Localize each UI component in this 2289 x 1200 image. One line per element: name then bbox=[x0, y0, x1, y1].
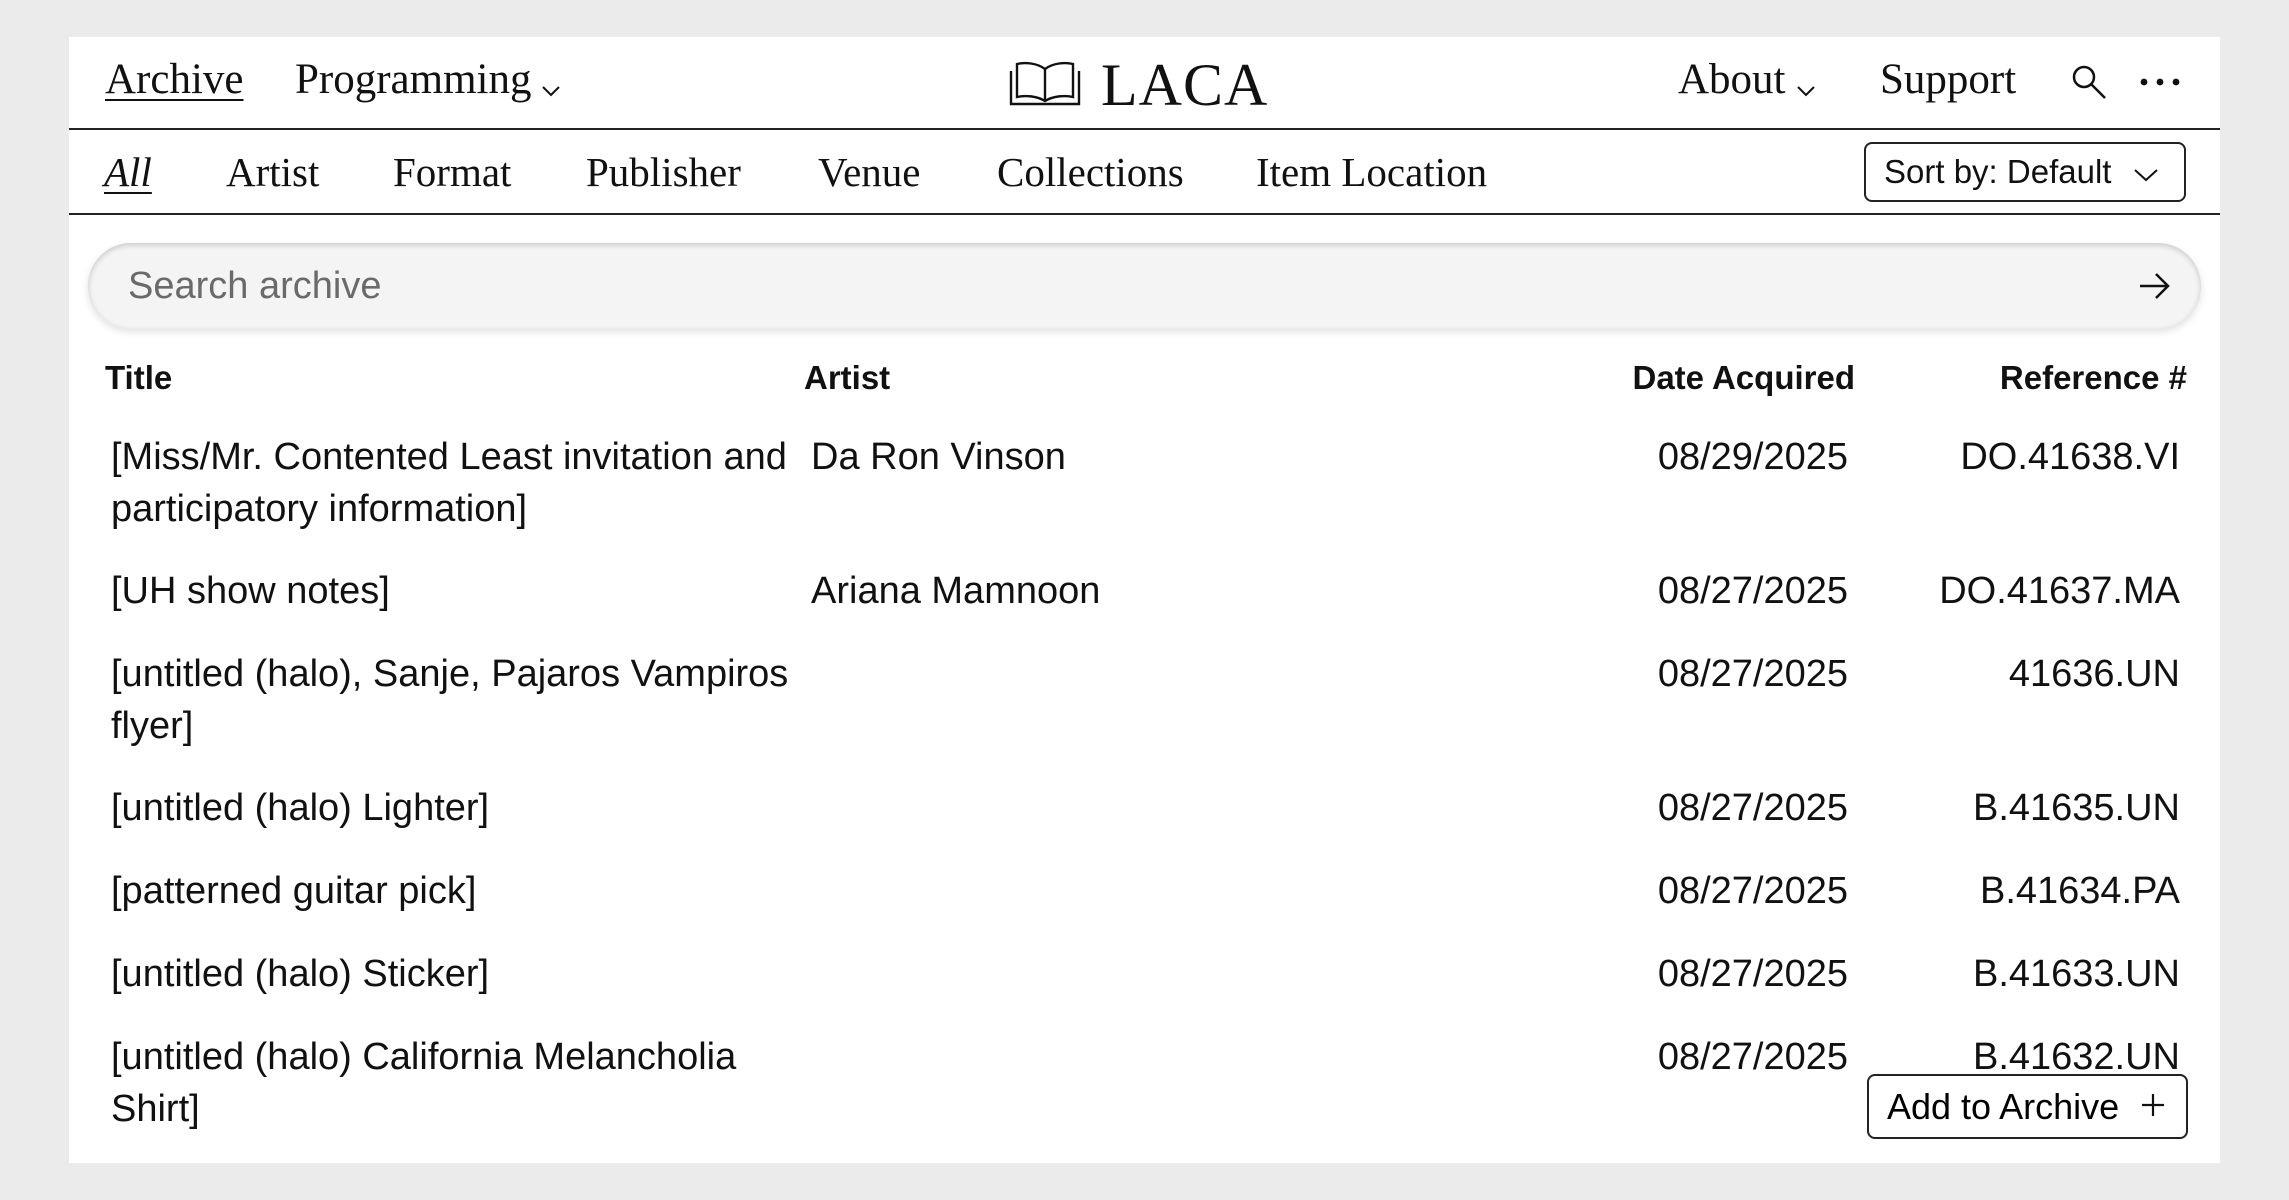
row-title[interactable]: [UH show notes] bbox=[111, 565, 791, 617]
chevron-down-icon bbox=[541, 59, 561, 108]
row-title[interactable]: [untitled (halo), Sanje, Pajaros Vampiro… bbox=[111, 648, 791, 752]
row-reference: B.41633.UN bbox=[1972, 953, 2180, 995]
filter-publisher[interactable]: Publisher bbox=[586, 148, 741, 196]
nav-support-link[interactable]: Support bbox=[1880, 55, 2016, 104]
column-header-title[interactable]: Title bbox=[105, 359, 172, 397]
row-date: 08/27/2025 bbox=[1657, 570, 1848, 612]
nav-programming-label: Programming bbox=[295, 56, 532, 103]
row-title[interactable]: [untitled (halo) Sticker] bbox=[111, 948, 791, 1000]
filter-format[interactable]: Format bbox=[393, 148, 511, 196]
book-icon bbox=[1009, 59, 1081, 112]
nav-archive-link[interactable]: Archive bbox=[105, 55, 244, 104]
sort-dropdown[interactable]: Sort by: Default bbox=[1864, 142, 2186, 202]
more-icon[interactable] bbox=[2138, 62, 2182, 107]
search-input[interactable] bbox=[128, 243, 2028, 329]
row-reference: 41636.UN bbox=[2008, 653, 2180, 695]
filter-venue[interactable]: Venue bbox=[818, 148, 920, 196]
filter-all[interactable]: All bbox=[104, 148, 152, 196]
arrow-right-icon[interactable] bbox=[2137, 269, 2173, 308]
column-header-reference[interactable]: Reference # bbox=[2000, 359, 2187, 397]
row-date: 08/27/2025 bbox=[1657, 653, 1848, 695]
row-artist: Ariana Mamnoon bbox=[811, 570, 1101, 612]
row-title[interactable]: [untitled (halo) California Melancholia … bbox=[111, 1031, 791, 1135]
row-date: 08/27/2025 bbox=[1657, 787, 1848, 829]
row-title[interactable]: [untitled (halo) Lighter] bbox=[111, 782, 791, 834]
sort-label: Sort by: Default bbox=[1884, 153, 2112, 190]
row-title[interactable]: [patterned guitar pick] bbox=[111, 865, 791, 917]
filter-artist[interactable]: Artist bbox=[226, 148, 319, 196]
add-to-archive-label: Add to Archive bbox=[1887, 1085, 2120, 1127]
nav-programming-menu[interactable]: Programming bbox=[295, 55, 561, 108]
logo-text: LACA bbox=[1101, 52, 1269, 118]
chevron-down-icon bbox=[1796, 59, 1816, 108]
row-title[interactable]: [Miss/Mr. Contented Least invitation and… bbox=[111, 431, 791, 535]
filter-collections[interactable]: Collections bbox=[997, 148, 1184, 196]
row-artist: Da Ron Vinson bbox=[811, 436, 1066, 478]
nav-about-menu[interactable]: About bbox=[1678, 55, 1816, 108]
search-icon[interactable] bbox=[2069, 62, 2109, 107]
row-reference: DO.41637.MA bbox=[1939, 570, 2180, 612]
row-date: 08/27/2025 bbox=[1657, 953, 1848, 995]
row-date: 08/29/2025 bbox=[1657, 436, 1848, 478]
row-date: 08/27/2025 bbox=[1657, 1036, 1848, 1078]
row-reference: DO.41638.VI bbox=[1960, 436, 2180, 478]
add-to-archive-button[interactable]: Add to Archive bbox=[1867, 1074, 2188, 1139]
filter-item-location[interactable]: Item Location bbox=[1256, 148, 1487, 196]
row-date: 08/27/2025 bbox=[1657, 870, 1848, 912]
plus-icon bbox=[2119, 1086, 2167, 1128]
nav-about-label: About bbox=[1678, 56, 1786, 103]
top-nav: Archive Programming LACA About Support bbox=[69, 37, 2220, 130]
logo[interactable]: LACA bbox=[1009, 51, 1268, 120]
filter-bar: All Artist Format Publisher Venue Collec… bbox=[69, 130, 2220, 215]
search-bar bbox=[88, 243, 2201, 329]
column-header-artist[interactable]: Artist bbox=[804, 359, 890, 397]
archive-panel: Archive Programming LACA About Support A… bbox=[69, 37, 2220, 1163]
chevron-down-icon bbox=[2111, 153, 2159, 191]
column-header-date-acquired[interactable]: Date Acquired bbox=[1633, 359, 1856, 397]
row-reference: B.41635.UN bbox=[1972, 787, 2180, 829]
row-reference: B.41634.PA bbox=[1979, 870, 2180, 912]
